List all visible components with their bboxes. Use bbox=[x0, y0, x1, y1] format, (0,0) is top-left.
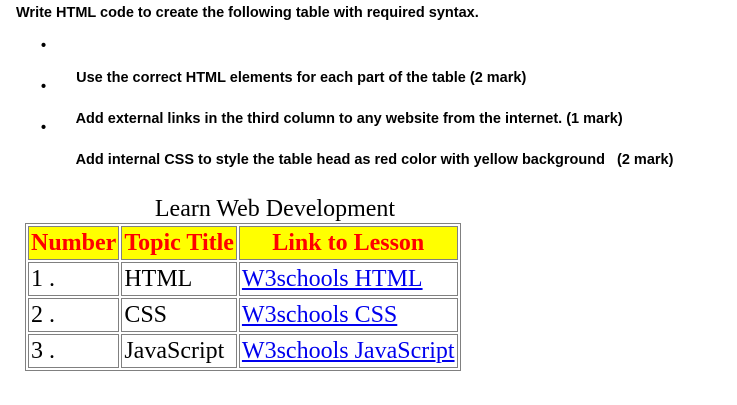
requirement-item: • Use the correct HTML elements for each… bbox=[0, 38, 673, 86]
requirement-item: • Add internal CSS to style the table he… bbox=[0, 120, 673, 168]
table-row: 1 . HTML W3schools HTML bbox=[28, 262, 458, 296]
header-number: Number bbox=[28, 226, 120, 260]
cell-link: W3schools CSS bbox=[238, 298, 458, 332]
bullet-icon: • bbox=[41, 38, 47, 54]
cell-topic: JavaScript bbox=[121, 334, 237, 368]
requirement-item: • Add external links in the third column… bbox=[0, 79, 673, 127]
lesson-link-html[interactable]: W3schools HTML bbox=[242, 266, 423, 292]
lesson-link-javascript[interactable]: W3schools JavaScript bbox=[242, 338, 455, 364]
lesson-link-css[interactable]: W3schools CSS bbox=[242, 302, 397, 328]
bullet-icon: • bbox=[41, 120, 47, 136]
example-table-container: Learn Web Development Number Topic Title… bbox=[25, 195, 517, 371]
table-caption: Learn Web Development bbox=[154, 196, 396, 222]
cell-number: 2 . bbox=[28, 298, 120, 332]
table-row: 2 . CSS W3schools CSS bbox=[28, 298, 458, 332]
header-link-to-lesson: Link to Lesson bbox=[238, 226, 458, 260]
table-header-row: Number Topic Title Link to Lesson bbox=[28, 226, 458, 260]
cell-link: W3schools HTML bbox=[238, 262, 458, 296]
cell-number: 3 . bbox=[28, 334, 120, 368]
cell-number: 1 . bbox=[28, 262, 120, 296]
table-row: 3 . JavaScript W3schools JavaScript bbox=[28, 334, 458, 368]
requirement-text: Add internal CSS to style the table head… bbox=[75, 152, 674, 168]
question-heading: Write HTML code to create the following … bbox=[16, 5, 479, 21]
cell-topic: HTML bbox=[121, 262, 237, 296]
bullet-icon: • bbox=[41, 79, 47, 95]
cell-topic: CSS bbox=[121, 298, 237, 332]
cell-link: W3schools JavaScript bbox=[238, 334, 458, 368]
requirements-list: • Use the correct HTML elements for each… bbox=[0, 38, 673, 168]
lessons-table: Number Topic Title Link to Lesson 1 . HT… bbox=[25, 223, 461, 371]
header-topic-title: Topic Title bbox=[121, 226, 237, 260]
